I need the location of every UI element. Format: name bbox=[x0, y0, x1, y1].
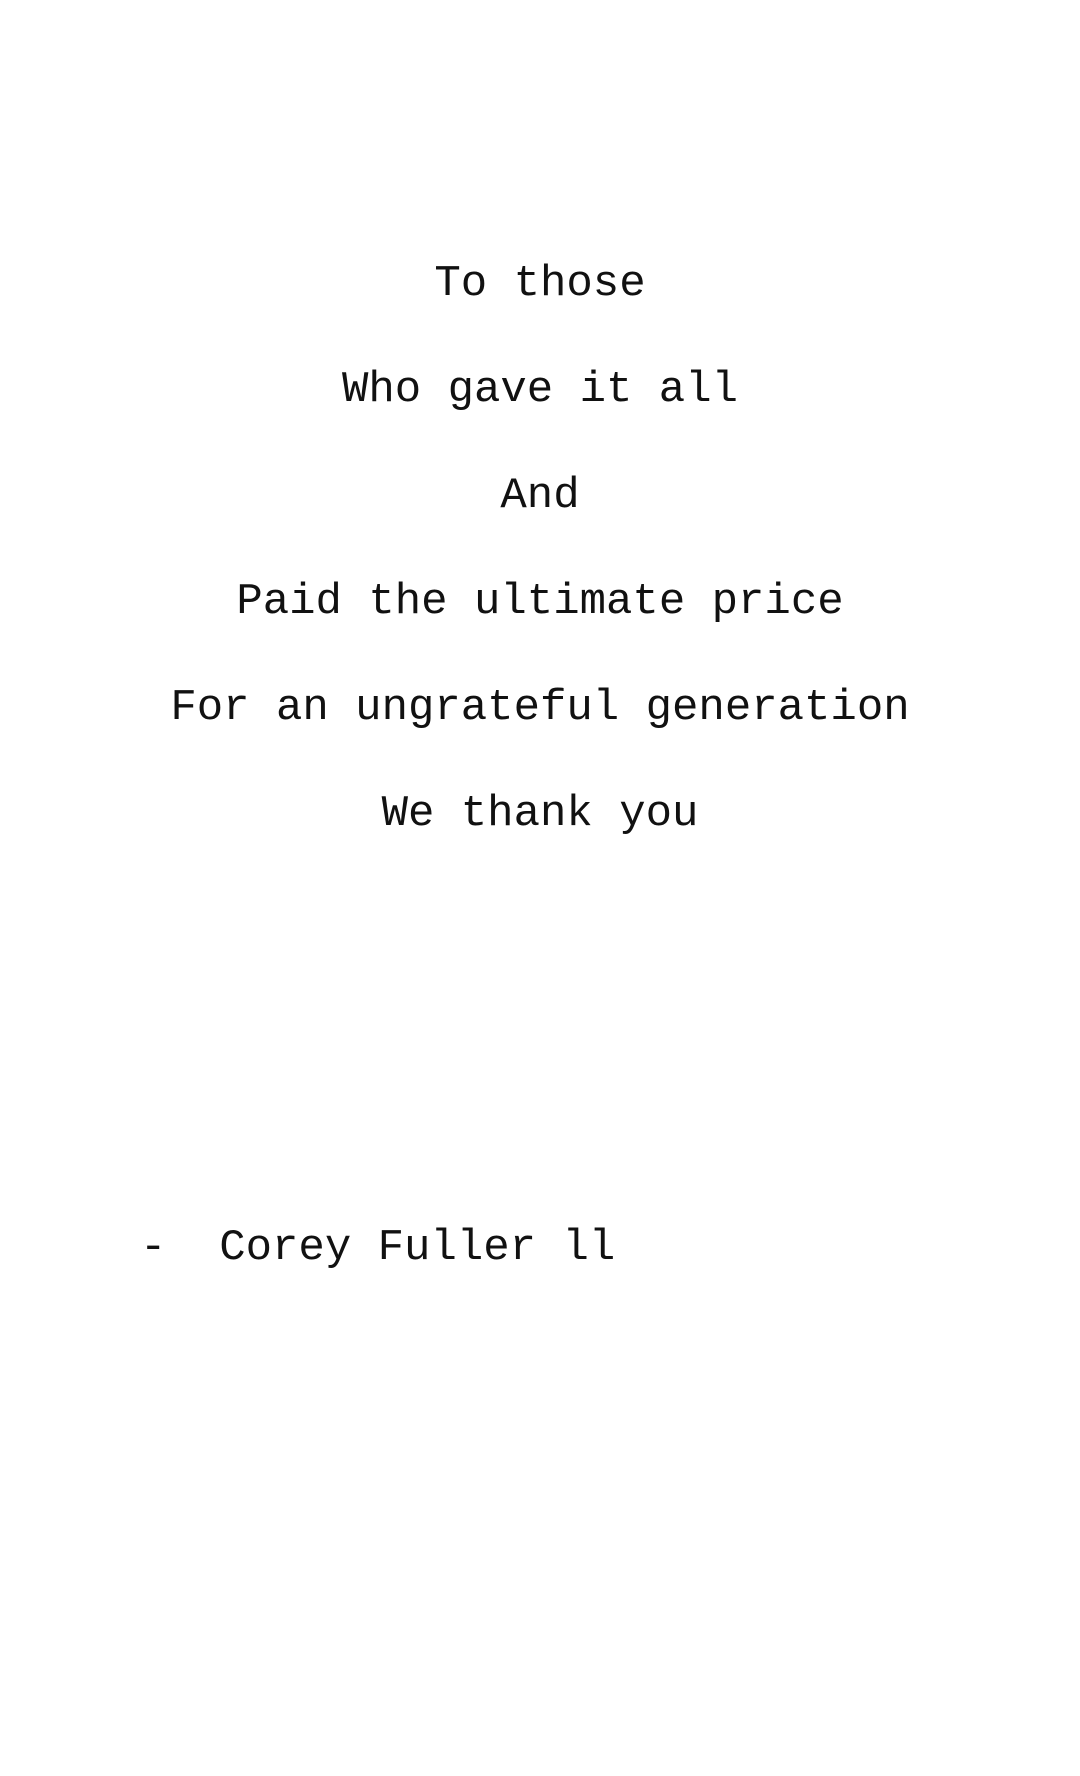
poem-line-6: We thank you bbox=[381, 789, 699, 839]
poem-line-3: And bbox=[500, 471, 580, 521]
poem: To those Who gave it all And Paid the ul… bbox=[0, 258, 1080, 894]
poem-line-5: For an ungrateful generation bbox=[170, 683, 910, 733]
poem-line-2: Who gave it all bbox=[341, 365, 739, 415]
author-signature: - Corey Fuller ll bbox=[140, 1223, 616, 1273]
poem-line-1: To those bbox=[434, 259, 646, 309]
poem-line-4: Paid the ultimate price bbox=[236, 577, 844, 627]
